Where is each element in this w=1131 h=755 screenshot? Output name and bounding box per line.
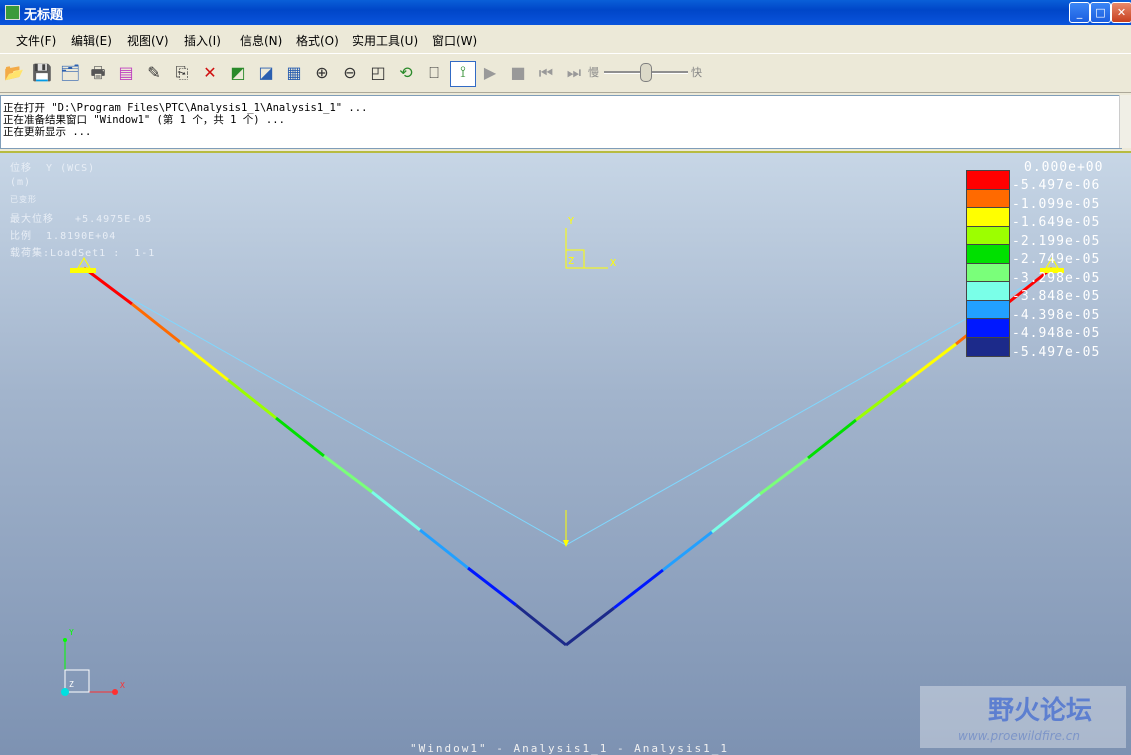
spin-icon[interactable]: ⟲ [396, 63, 416, 83]
wcs-z-label: Z [568, 256, 576, 267]
legend-color-swatch [966, 299, 1010, 320]
message-line: 正在更新显示 ... [3, 126, 92, 138]
watermark-url: www.proewildfire.cn [958, 729, 1080, 743]
label-icon[interactable]: ⎕ [424, 63, 444, 83]
legend-label: -2.749e-05 [1012, 252, 1101, 267]
message-area: 正在打开 "D:\Program Files\PTC\Analysis1_1\A… [0, 95, 1122, 149]
legend-label: -1.649e-05 [1012, 215, 1101, 230]
display-icon[interactable]: ▤ [116, 63, 136, 83]
toolbar: 📂 💾 🗂 🖶 ▤ ✎ ⎘ ✕ ◩ ◪ ▦ ⊕ ⊖ ◰ ⟲ ⎕ ⟟ ▶ ■ ⏮ … [0, 53, 1131, 93]
format-icon[interactable]: ▦ [284, 63, 304, 83]
legend-label: -3.298e-05 [1012, 270, 1101, 286]
slider-slow-label: 慢 [588, 66, 599, 79]
step-back-icon[interactable]: ⏮ [536, 63, 556, 83]
hide-icon[interactable]: ◪ [256, 63, 276, 83]
legend-label: -4.948e-05 [1012, 326, 1101, 341]
result-quantity: 位移 Y (WCS) [10, 163, 96, 174]
menu-bar: 文件(F) 编辑(E) 视图(V) 插入(I) 信息(N) 格式(O) 实用工具… [0, 25, 1131, 53]
save-as-icon[interactable]: 🗂 [60, 63, 80, 83]
triad-x-label: X [120, 681, 126, 690]
slider-fast-label: 快 [691, 66, 702, 79]
legend-color-swatch [966, 188, 1010, 209]
save-icon[interactable]: 💾 [32, 63, 52, 83]
legend-label: -4.398e-05 [1012, 307, 1101, 323]
print-icon[interactable]: 🖶 [88, 63, 108, 83]
app-icon [5, 5, 20, 20]
minimize-button[interactable]: _ [1069, 2, 1090, 23]
legend-label: -2.199e-05 [1012, 233, 1101, 249]
title-bar: 无标题 _ □ ✕ [0, 0, 1131, 25]
edit-icon[interactable]: ✎ [144, 63, 164, 83]
step-forward-icon[interactable]: ⏭ [564, 63, 584, 83]
menu-edit[interactable]: 编辑(E) [71, 32, 112, 49]
window-title: 无标题 [24, 8, 64, 23]
message-scrollbar[interactable] [1119, 95, 1131, 148]
zoom-out-icon[interactable]: ⊖ [340, 63, 360, 83]
refit-icon[interactable]: ◰ [368, 63, 388, 83]
delete-icon[interactable]: ✕ [200, 63, 220, 83]
query-icon[interactable]: ⟟ [450, 61, 476, 87]
legend-color-swatch [966, 281, 1010, 301]
result-max-displacement: 最大位移 +5.4975E-05 [10, 214, 153, 225]
result-units: (m) [10, 177, 32, 188]
legend-label: -5.497e-06 [1012, 178, 1101, 193]
legend-label: -3.848e-05 [1012, 289, 1101, 304]
legend-color-swatch [966, 262, 1010, 283]
menu-view[interactable]: 视图(V) [127, 32, 169, 49]
menu-format[interactable]: 格式(O) [296, 32, 339, 49]
wcs-x-label: X [610, 258, 618, 269]
window-caption: "Window1" - Analysis1_1 - Analysis1_1 [410, 742, 730, 755]
maximize-button[interactable]: □ [1090, 2, 1111, 23]
legend-color-swatch [966, 318, 1010, 338]
watermark-title: 野火论坛 [988, 696, 1093, 726]
open-icon[interactable]: 📂 [4, 63, 24, 83]
legend-color-swatch [966, 336, 1010, 357]
zoom-in-icon[interactable]: ⊕ [312, 63, 332, 83]
legend-color-swatch [966, 207, 1010, 227]
legend-color-swatch [966, 170, 1010, 190]
result-loadset: 载荷集:LoadSet1 : 1-1 [10, 248, 156, 259]
legend-label: -1.099e-05 [1012, 196, 1101, 212]
legend-color-swatch [966, 225, 1010, 246]
menu-insert[interactable]: 插入(I) [184, 32, 221, 49]
result-deformed: 已变形 [10, 195, 37, 204]
play-icon[interactable]: ▶ [480, 63, 500, 83]
menu-window[interactable]: 窗口(W) [432, 32, 477, 49]
speed-slider-thumb[interactable] [640, 63, 652, 82]
copy-icon[interactable]: ⎘ [172, 63, 192, 83]
legend-label: -5.497e-05 [1012, 344, 1101, 360]
show-icon[interactable]: ◩ [228, 63, 248, 83]
graphics-viewport[interactable] [0, 151, 1131, 755]
stop-icon[interactable]: ■ [508, 63, 528, 83]
close-button[interactable]: ✕ [1111, 2, 1131, 23]
triad-y-label: Y [69, 628, 75, 637]
wcs-y-label: Y [568, 216, 576, 227]
triad-z-label: Z [69, 680, 75, 689]
legend-color-swatch [966, 244, 1010, 264]
menu-utilities[interactable]: 实用工具(U) [352, 32, 418, 49]
legend-top-value: 0.000e+00 [1024, 160, 1104, 175]
menu-file[interactable]: 文件(F) [16, 32, 56, 49]
menu-info[interactable]: 信息(N) [240, 32, 282, 49]
result-scale: 比例 1.8190E+04 [10, 231, 117, 242]
